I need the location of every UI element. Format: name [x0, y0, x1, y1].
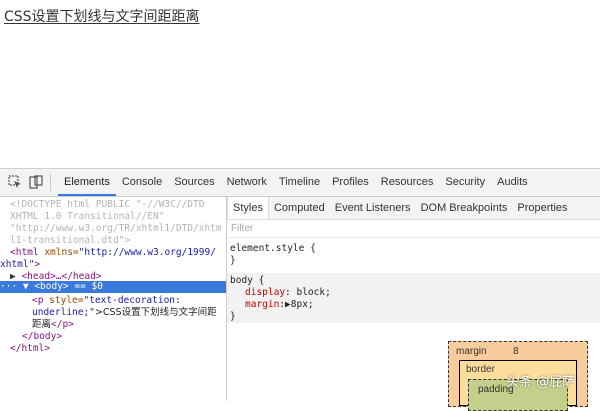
margin-declaration[interactable]: margin:▶8px; [245, 299, 314, 311]
margin-label: margin [456, 346, 487, 357]
tab-styles[interactable]: Styles [227, 197, 269, 219]
element-style-close: } [230, 255, 236, 266]
filter-divider [227, 237, 600, 238]
tab-dom-breakpoints[interactable]: DOM Breakpoints [416, 197, 513, 219]
html-bracket: > [34, 259, 41, 270]
tab-console[interactable]: Console [116, 169, 168, 196]
html-attr-value: xhtml" [0, 259, 35, 270]
body-rule-close: } [230, 311, 236, 322]
body-tag: ··· ▼ <body> == $0 [0, 281, 103, 292]
dom-tree[interactable]: <!DOCTYPE html PUBLIC "-//W3C//DTD XHTML… [0, 197, 226, 401]
margin-property: margin [245, 299, 280, 310]
tab-resources[interactable]: Resources [375, 169, 440, 196]
body-close-tag[interactable]: </body> [22, 331, 62, 343]
inspect-element-icon[interactable] [8, 175, 22, 189]
display-property: display [245, 287, 286, 298]
border-label: border [466, 364, 495, 375]
body-node-selected[interactable]: ··· ▼ <body> == $0 [0, 281, 226, 293]
html-close-tag[interactable]: </html> [10, 343, 50, 355]
body-rule-selector[interactable]: body { [230, 275, 264, 287]
tab-audits[interactable]: Audits [491, 169, 534, 196]
html-open-node-cont: xhtml"> [0, 259, 40, 271]
watermark: 头条 @屁萨 [506, 375, 576, 390]
tab-elements[interactable]: Elements [58, 169, 116, 196]
tab-sources[interactable]: Sources [168, 169, 220, 196]
margin-value: :▶8px; [279, 299, 314, 310]
tab-timeline[interactable]: Timeline [273, 169, 326, 196]
doctype-line: XHTML 1.0 Transitional//EN" [10, 211, 165, 222]
html-tag: <html [10, 247, 39, 258]
display-declaration[interactable]: display: block; [245, 287, 331, 299]
p-text: >CSS设置下划线与文字间距 [94, 307, 217, 318]
tab-security[interactable]: Security [439, 169, 491, 196]
html-attr: xmlns= [38, 247, 79, 258]
page-heading-text: CSS设置下划线与文字间距距离 [4, 9, 200, 25]
html-attr-value: "http://www.w3.org/1999/ [78, 247, 216, 258]
html-open-node[interactable]: <html xmlns="http://www.w3.org/1999/ [10, 247, 216, 259]
doctype-line: l1-transitional.dtd"> [10, 235, 131, 246]
doctype-line[interactable]: <!DOCTYPE html PUBLIC "-//W3C//DTD [10, 199, 204, 211]
p-close-tag: </p> [51, 319, 74, 330]
device-mode-icon[interactable] [29, 175, 43, 189]
p-node[interactable]: <p style="text-decoration: [32, 295, 181, 307]
toolbar-separator [50, 174, 51, 191]
display-value: : block; [285, 287, 331, 298]
p-attr-value: "text-decoration: [83, 295, 181, 306]
devtools-panel: Elements Console Sources Network Timelin… [0, 168, 600, 411]
tab-event-listeners[interactable]: Event Listeners [330, 197, 416, 219]
p-node-cont: underline;">CSS设置下划线与文字间距 [32, 307, 217, 319]
styles-filter-input[interactable]: Filter [231, 223, 253, 234]
p-text: 距离 [32, 319, 52, 330]
margin-value[interactable]: 8 [513, 346, 519, 357]
tab-properties[interactable]: Properties [512, 197, 572, 219]
tab-computed[interactable]: Computed [269, 197, 330, 219]
p-attr-value: underline;" [32, 307, 95, 318]
tab-network[interactable]: Network [221, 169, 273, 196]
styles-tabs: Styles Computed Event Listeners DOM Brea… [227, 197, 600, 220]
p-tag: <p [32, 295, 44, 306]
p-node-cont: 距离</p> [32, 319, 74, 331]
p-attr: style= [43, 295, 84, 306]
doctype-line: "http://www.w3.org/TR/xhtml1/DTD/xhtm [10, 223, 222, 234]
devtools-toolbar: Elements Console Sources Network Timelin… [0, 169, 600, 197]
devtools-tabs: Elements Console Sources Network Timelin… [58, 169, 534, 196]
element-style-selector[interactable]: element.style { [230, 243, 316, 255]
tab-profiles[interactable]: Profiles [326, 169, 375, 196]
